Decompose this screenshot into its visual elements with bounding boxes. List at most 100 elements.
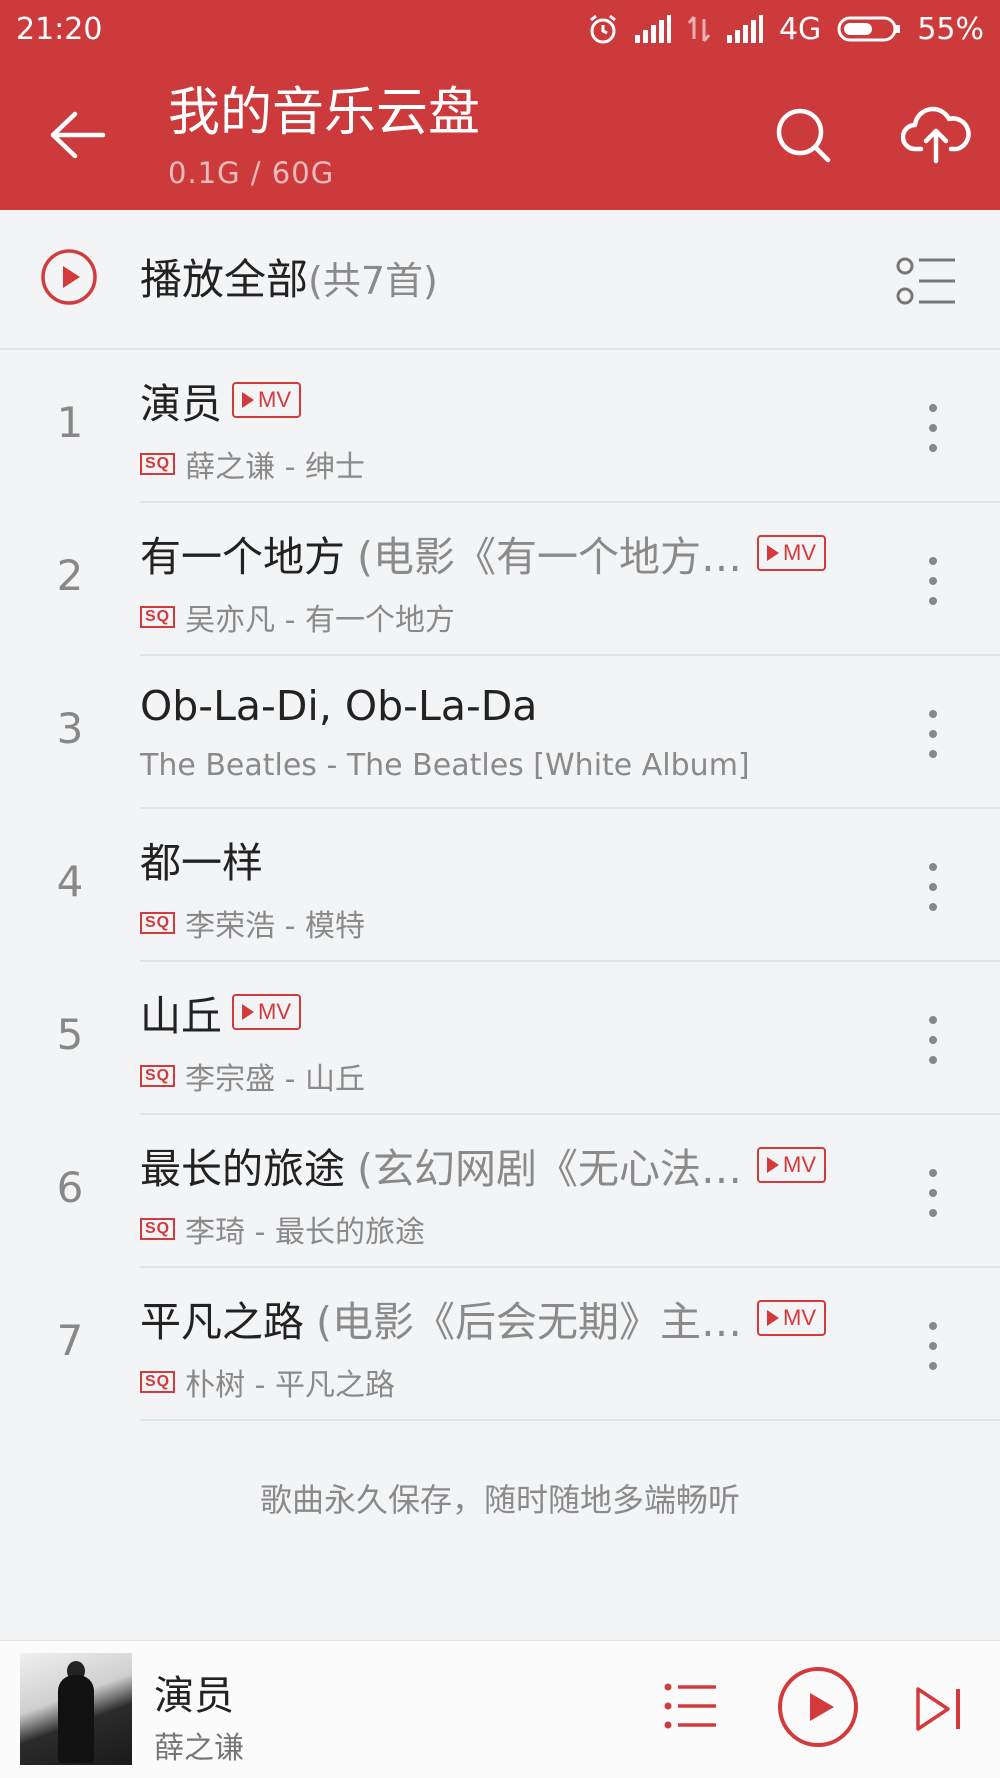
mv-badge[interactable]: MV bbox=[757, 1300, 826, 1336]
more-vertical-icon[interactable] bbox=[915, 1165, 951, 1221]
page-title: 我的音乐云盘 bbox=[168, 83, 481, 143]
artist-album: 吴亦凡 - 有一个地方 bbox=[185, 603, 456, 638]
song-meta: SQ 李荣浩 - 模特 bbox=[140, 901, 365, 945]
song-title: 最长的旅途 bbox=[140, 1145, 345, 1193]
sq-badge: SQ bbox=[140, 1218, 176, 1240]
song-meta: SQ 朴树 - 平凡之路 bbox=[140, 1360, 395, 1404]
play-triangle-icon bbox=[242, 1004, 254, 1020]
album-cover[interactable] bbox=[20, 1653, 132, 1765]
song-title-line: 都一样 bbox=[140, 829, 263, 889]
mv-badge[interactable]: MV bbox=[232, 382, 301, 418]
song-subtitle: (玄幻网剧《无心法… bbox=[357, 1145, 742, 1193]
more-vertical-icon[interactable] bbox=[915, 400, 951, 456]
song-number: 5 bbox=[56, 1010, 84, 1059]
now-playing-title: 演员 bbox=[154, 1673, 234, 1719]
search-button[interactable] bbox=[768, 100, 838, 170]
back-button[interactable] bbox=[42, 100, 112, 170]
song-meta: SQ 李琦 - 最长的旅途 bbox=[140, 1207, 425, 1251]
artist-album: 李琦 - 最长的旅途 bbox=[185, 1215, 426, 1250]
title-block: 我的音乐云盘 0.1G / 60G bbox=[168, 78, 480, 190]
artist-album: 薛之谦 - 绅士 bbox=[185, 450, 366, 485]
mv-label: MV bbox=[258, 387, 291, 412]
sq-badge: SQ bbox=[140, 453, 176, 475]
more-vertical-icon[interactable] bbox=[915, 1012, 951, 1068]
data-transfer-icon bbox=[687, 16, 711, 42]
skip-next-icon[interactable] bbox=[914, 1685, 964, 1733]
mv-badge[interactable]: MV bbox=[757, 535, 826, 571]
artist-album: 李宗盛 - 山丘 bbox=[185, 1062, 366, 1097]
battery-icon bbox=[837, 16, 901, 42]
song-subtitle: (电影《有一个地方… bbox=[357, 533, 742, 581]
more-vertical-icon[interactable] bbox=[915, 1318, 951, 1374]
song-title-line: 有一个地方 (电影《有一个地方… bbox=[140, 523, 742, 583]
song-row[interactable]: 2 有一个地方 (电影《有一个地方… MV SQ 吴亦凡 - 有一个地方 bbox=[0, 503, 1000, 656]
song-meta: SQ 吴亦凡 - 有一个地方 bbox=[140, 595, 455, 639]
play-all-text: 播放全部 bbox=[140, 255, 309, 304]
song-title: 演员 bbox=[140, 380, 222, 428]
song-number: 2 bbox=[56, 551, 84, 600]
play-triangle-icon bbox=[767, 1157, 779, 1173]
song-title: Ob-La-Di, Ob-La-Da bbox=[140, 682, 538, 730]
status-time: 21:20 bbox=[16, 11, 103, 47]
mini-player[interactable]: 演员 薛之谦 bbox=[0, 1640, 1000, 1778]
play-triangle-icon bbox=[767, 1310, 779, 1326]
sq-badge: SQ bbox=[140, 1065, 176, 1087]
sq-badge: SQ bbox=[140, 606, 176, 628]
song-row[interactable]: 1 演员 MV SQ 薛之谦 - 绅士 bbox=[0, 350, 1000, 503]
song-number: 1 bbox=[56, 398, 84, 447]
song-number: 3 bbox=[56, 704, 84, 753]
mv-badge[interactable]: MV bbox=[232, 994, 301, 1030]
song-title-line: Ob-La-Di, Ob-La-Da bbox=[140, 676, 537, 736]
play-all-bar[interactable]: 播放全部(共7首) bbox=[0, 210, 1000, 350]
upload-button[interactable] bbox=[896, 96, 976, 172]
song-row[interactable]: 3 Ob-La-Di, Ob-La-Da The Beatles - The B… bbox=[0, 656, 1000, 809]
sq-badge: SQ bbox=[140, 1371, 176, 1393]
song-row[interactable]: 5 山丘 MV SQ 李宗盛 - 山丘 bbox=[0, 962, 1000, 1115]
song-number: 7 bbox=[56, 1316, 84, 1365]
play-circle-icon[interactable] bbox=[40, 248, 98, 306]
song-title-line: 平凡之路 (电影《后会无期》主… bbox=[140, 1288, 742, 1348]
play-triangle-icon bbox=[242, 392, 254, 408]
mv-badge-wrap: MV bbox=[757, 535, 826, 571]
song-meta: The Beatles - The Beatles [White Album] bbox=[140, 748, 750, 783]
song-title-line: 最长的旅途 (玄幻网剧《无心法… bbox=[140, 1135, 742, 1195]
mv-label: MV bbox=[258, 999, 291, 1024]
play-triangle-icon bbox=[767, 545, 779, 561]
artist-album: 朴树 - 平凡之路 bbox=[185, 1368, 396, 1403]
more-vertical-icon[interactable] bbox=[915, 553, 951, 609]
status-icons: 4G 55% bbox=[587, 12, 984, 47]
more-vertical-icon[interactable] bbox=[915, 859, 951, 915]
mv-label: MV bbox=[783, 1305, 816, 1330]
song-title-line: 山丘 MV bbox=[140, 982, 301, 1042]
play-circle-icon[interactable] bbox=[776, 1665, 860, 1749]
sq-badge: SQ bbox=[140, 912, 176, 934]
footer-note: 歌曲永久保存，随时随地多端畅听 bbox=[259, 1481, 740, 1519]
mv-badge-wrap: MV bbox=[757, 1300, 826, 1336]
song-row[interactable]: 4 都一样 SQ 李荣浩 - 模特 bbox=[0, 809, 1000, 962]
song-row[interactable]: 7 平凡之路 (电影《后会无期》主… MV SQ 朴树 - 平凡之路 bbox=[0, 1268, 1000, 1421]
song-title: 有一个地方 bbox=[140, 533, 345, 581]
song-row[interactable]: 6 最长的旅途 (玄幻网剧《无心法… MV SQ 李琦 - 最长的旅途 bbox=[0, 1115, 1000, 1268]
more-vertical-icon[interactable] bbox=[915, 706, 951, 762]
song-list: 1 演员 MV SQ 薛之谦 - 绅士 2 有一个地方 (电影《有一个地方… M… bbox=[0, 350, 1000, 1421]
signal-icon-2 bbox=[726, 15, 763, 43]
search-icon bbox=[776, 108, 831, 163]
play-all-label: 播放全部(共7首) bbox=[140, 250, 438, 311]
playlist-icon[interactable] bbox=[664, 1681, 718, 1731]
battery-percent: 55% bbox=[917, 11, 984, 47]
list-select-icon[interactable] bbox=[895, 256, 957, 306]
mv-label: MV bbox=[783, 540, 816, 565]
mv-badge-wrap: MV bbox=[757, 1147, 826, 1183]
arrow-left-icon bbox=[50, 111, 106, 159]
song-title: 都一样 bbox=[140, 839, 263, 887]
song-title: 平凡之路 bbox=[140, 1298, 304, 1346]
network-type: 4G bbox=[778, 11, 822, 47]
song-meta: SQ 李宗盛 - 山丘 bbox=[140, 1054, 365, 1098]
storage-usage: 0.1G / 60G bbox=[168, 156, 335, 190]
song-subtitle: (电影《后会无期》主… bbox=[316, 1298, 742, 1346]
now-playing-artist: 薛之谦 bbox=[154, 1731, 244, 1766]
mv-badge[interactable]: MV bbox=[757, 1147, 826, 1183]
song-number: 6 bbox=[56, 1163, 84, 1212]
song-meta: SQ 薛之谦 - 绅士 bbox=[140, 442, 365, 486]
cloud-upload-icon bbox=[901, 106, 971, 164]
